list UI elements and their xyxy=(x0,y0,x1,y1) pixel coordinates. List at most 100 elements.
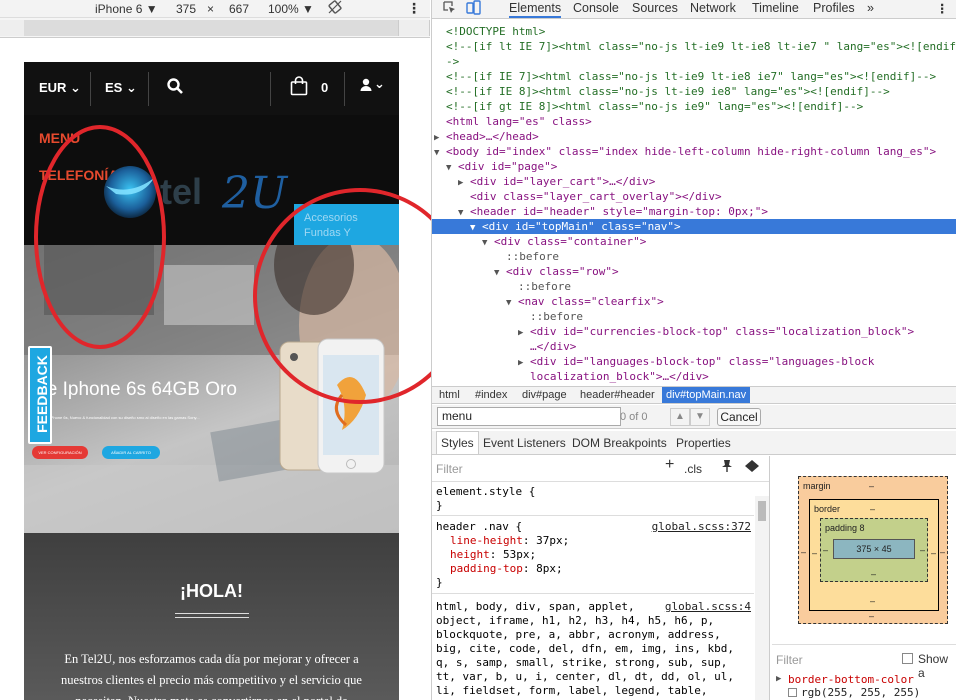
dom-node[interactable]: ::before xyxy=(432,279,956,294)
dom-node[interactable]: ▼ <div class="row"> xyxy=(432,264,956,279)
margin-right-value[interactable]: – xyxy=(940,547,945,557)
reset-selector-line[interactable]: object, iframe, h1, h2, h3, h4, h5, h6, … xyxy=(436,614,714,628)
currency-selector[interactable]: EUR ⌄ xyxy=(39,80,81,96)
hero-slider[interactable]: ple Iphone 6s 64GB Oro s 64GB 9 iPhone 6… xyxy=(24,245,399,533)
header-nav-selector[interactable]: header .nav { xyxy=(436,520,522,534)
reset-selector-line[interactable]: html, body, div, span, applet, xyxy=(436,600,635,614)
dom-node[interactable]: ▶ <div id="currencies-block-top" class="l… xyxy=(432,324,956,339)
css-prop-padding-top[interactable]: padding-top: 8px; xyxy=(450,562,563,576)
pin-icon[interactable] xyxy=(721,459,733,476)
devtools-menu-icon[interactable]: ⋮ xyxy=(936,1,949,16)
dom-node[interactable]: ▼ <nav class="clearfix"> xyxy=(432,294,956,309)
box-model-border[interactable]: border – – – – padding 8 – – – 375 × 45 xyxy=(809,499,939,611)
dom-node[interactable]: -> xyxy=(432,54,956,69)
device-width[interactable]: 375 xyxy=(176,2,196,16)
dom-node[interactable]: ▶ <div id="languages-block-top" class="la… xyxy=(432,354,956,369)
dom-node[interactable]: <!--[if IE 8]><html class="no-js lt-ie9 … xyxy=(432,84,956,99)
cls-toggle[interactable]: .cls xyxy=(684,462,702,476)
border-left-value[interactable]: – xyxy=(812,548,817,558)
breadcrumb-item[interactable]: div#page xyxy=(522,389,567,401)
dom-node[interactable]: <div class="layer_cart_overlay"></div> xyxy=(432,189,956,204)
margin-left-value[interactable]: – xyxy=(801,547,806,557)
header-nav-source-link[interactable]: global.scss:372 xyxy=(652,520,751,534)
dom-node[interactable]: ▶ <div id="layer_cart">…</div> xyxy=(432,174,956,189)
element-style-rule[interactable]: element.style { xyxy=(436,485,535,499)
css-prop-line-height[interactable]: line-height: 37px; xyxy=(450,534,569,548)
styles-filter-input[interactable]: Filter xyxy=(436,462,463,476)
subtab-styles[interactable]: Styles xyxy=(436,431,479,454)
tab-timeline[interactable]: Timeline xyxy=(752,1,799,15)
more-tabs-icon[interactable]: » xyxy=(867,1,874,15)
expand-arrow-icon[interactable]: ▶ xyxy=(776,674,781,684)
cart-count[interactable]: 0 xyxy=(321,80,328,95)
reset-selector-line[interactable]: li, fieldset, form, label, legend, table… xyxy=(436,684,708,698)
scroll-thumb[interactable] xyxy=(758,501,766,521)
dom-node[interactable]: ▼ <header id="header" style="margin-top: … xyxy=(432,204,956,219)
dropdown-item[interactable]: Accesorios xyxy=(304,211,399,226)
search-icon[interactable] xyxy=(167,78,183,97)
more-icon[interactable]: ⋮ xyxy=(407,0,421,17)
show-all-checkbox[interactable] xyxy=(902,653,913,664)
dom-node[interactable]: <!--[if lt IE 7]><html class="no-js lt-i… xyxy=(432,39,956,54)
rotate-icon[interactable] xyxy=(328,0,342,17)
tab-console[interactable]: Console xyxy=(573,1,619,15)
dom-node[interactable]: ▶ <head>…</head> xyxy=(432,129,956,144)
padding-right-value[interactable]: – xyxy=(920,545,925,555)
device-height[interactable]: 667 xyxy=(229,2,249,16)
find-next-icon[interactable]: ▼ xyxy=(690,408,710,426)
add-to-cart-button[interactable]: AÑADIR AL CARRITO xyxy=(102,446,160,459)
device-select[interactable]: iPhone 6 ▼ xyxy=(95,2,158,16)
dom-node[interactable]: <!DOCTYPE html> xyxy=(432,24,956,39)
box-model-margin[interactable]: margin – – – – border – – – – padding 8 … xyxy=(798,476,948,624)
reset-selector-line[interactable]: blockquote, pre, a, abbr, acronym, addre… xyxy=(436,628,721,642)
zoom-select[interactable]: 100% ▼ xyxy=(268,2,314,16)
dom-node[interactable]: ▼ <body id="index" class="index hide-left… xyxy=(432,144,956,159)
breadcrumb-item[interactable]: html xyxy=(439,389,460,401)
computed-style-entry[interactable]: ▶ border-bottom-color rgb(255, 255, 255) xyxy=(772,670,956,700)
box-model-padding[interactable]: padding 8 – – – 375 × 45 xyxy=(820,518,928,582)
dom-node-selected[interactable]: ▼ <div id="topMain" class="nav"> xyxy=(432,219,956,234)
box-model-content[interactable]: 375 × 45 xyxy=(833,539,915,559)
breadcrumb-item[interactable]: header#header xyxy=(580,389,655,401)
margin-top-value[interactable]: – xyxy=(869,481,874,491)
padding-left-value[interactable]: – xyxy=(823,545,828,555)
find-input[interactable]: menu xyxy=(437,407,621,426)
dom-node[interactable]: ▼ <div class="container"> xyxy=(432,234,956,249)
breadcrumb-item[interactable]: #index xyxy=(475,389,507,401)
reset-selector-line[interactable]: tt, var, b, u, i, center, dl, dt, dd, ol… xyxy=(436,670,734,684)
add-rule-icon[interactable]: + xyxy=(665,457,674,473)
find-prev-icon[interactable]: ▲ xyxy=(670,408,690,426)
cart-icon[interactable] xyxy=(290,76,308,99)
tab-profiles[interactable]: Profiles xyxy=(813,1,855,15)
subtab-event-listeners[interactable]: Event Listeners xyxy=(483,436,566,450)
dom-node[interactable]: localization_block">…</div> xyxy=(432,369,956,384)
color-swatch[interactable] xyxy=(788,688,797,697)
css-prop-height[interactable]: height: 53px; xyxy=(450,548,536,562)
reset-source-link[interactable]: global.scss:4 xyxy=(665,600,751,614)
inspect-icon[interactable] xyxy=(442,0,457,18)
user-dropdown[interactable]: ⌄ xyxy=(374,76,385,92)
computed-filter-input[interactable]: Filter xyxy=(776,653,803,667)
dom-node[interactable]: <html lang="es" class> xyxy=(432,114,956,129)
cancel-button[interactable]: Cancel xyxy=(717,408,761,426)
tab-sources[interactable]: Sources xyxy=(632,1,678,15)
dom-node[interactable]: ::before xyxy=(432,249,956,264)
tab-elements[interactable]: Elements xyxy=(509,1,562,18)
margin-bottom-value[interactable]: – xyxy=(869,611,874,621)
border-bottom-value[interactable]: – xyxy=(870,596,875,606)
padding-bottom-value[interactable]: – xyxy=(871,569,876,579)
border-right-value[interactable]: – xyxy=(931,548,936,558)
dom-node[interactable]: …</div> xyxy=(432,339,956,354)
feedback-tab[interactable]: FEEDBACK xyxy=(28,346,52,444)
device-mode-icon[interactable] xyxy=(466,0,481,18)
dom-node[interactable]: ▼ <div id="page"> xyxy=(432,159,956,174)
language-selector[interactable]: ES ⌄ xyxy=(105,80,137,96)
styles-scrollbar[interactable] xyxy=(755,496,769,700)
border-top-value[interactable]: – xyxy=(870,504,875,514)
color-format-icon[interactable] xyxy=(745,460,759,475)
media-query-ruler[interactable] xyxy=(0,18,430,38)
dom-node[interactable]: <!--[if IE 7]><html class="no-js lt-ie9 … xyxy=(432,69,956,84)
user-icon[interactable] xyxy=(360,78,372,95)
dom-node[interactable]: ::before xyxy=(432,309,956,324)
subtab-dom-breakpoints[interactable]: DOM Breakpoints xyxy=(572,436,667,450)
